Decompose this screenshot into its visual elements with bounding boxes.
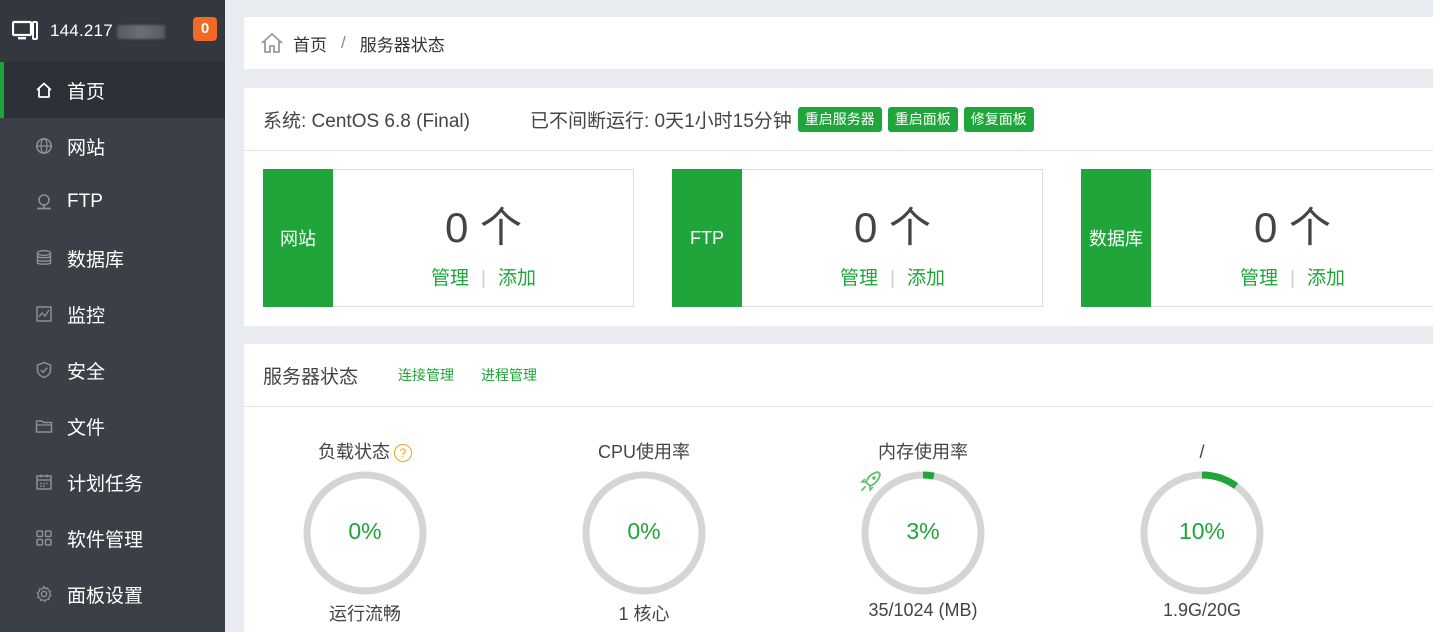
shield-icon: [34, 360, 54, 380]
notification-badge[interactable]: 0: [193, 17, 217, 41]
sidebar-item-label: 监控: [67, 305, 106, 327]
sidebar-item-database[interactable]: 数据库: [0, 230, 225, 286]
home-icon: [34, 80, 54, 100]
sidebar-item-label: FTP: [67, 191, 103, 212]
sidebar-item-security[interactable]: 安全: [0, 342, 225, 398]
gauge-ring: 3%: [858, 468, 988, 598]
cpu-gauge[interactable]: CPU使用率 0% 1 核心: [544, 440, 744, 626]
calendar-icon: [34, 472, 54, 492]
sidebar-menu: 首页 网站 FTP 数据库 监控 安全 文件 计划任务 软件管理 面板设置: [0, 62, 225, 622]
gauge-title: /: [1199, 442, 1205, 462]
gauge-subtitle: 35/1024 (MB): [868, 600, 978, 620]
card-tag: 数据库: [1081, 169, 1151, 307]
link-divider: |: [1290, 268, 1295, 289]
repair-panel-button[interactable]: 修复面板: [963, 106, 1034, 132]
grid-icon: [34, 528, 54, 548]
sidebar-item-website[interactable]: 网站: [0, 118, 225, 174]
gauge-ring: 0%: [300, 468, 430, 598]
card-links: 管理 | 添加: [334, 263, 633, 290]
status-header: 服务器状态 连接管理 进程管理: [244, 344, 1433, 407]
connection-manage-link[interactable]: 连接管理: [398, 365, 454, 385]
sidebar-item-monitor[interactable]: 监控: [0, 286, 225, 342]
sidebar-item-files[interactable]: 文件: [0, 398, 225, 454]
card-count: 0 个: [1253, 204, 1332, 251]
monitor-chart-icon: [34, 304, 54, 324]
restart-server-button[interactable]: 重启服务器: [797, 106, 882, 132]
card-links: 管理 | 添加: [743, 263, 1042, 290]
breadcrumb-current: 服务器状态: [359, 35, 445, 55]
database-icon: [34, 248, 54, 268]
link-divider: |: [481, 268, 486, 289]
card-count: 0 个: [444, 204, 523, 251]
gauge-title: 内存使用率: [878, 442, 968, 462]
sidebar-item-ftp[interactable]: FTP: [0, 174, 225, 230]
overview-panel: 系统: CentOS 6.8 (Final) 已不间断运行: 0天1小时15分钟…: [244, 88, 1433, 326]
sidebar-item-label: 数据库: [67, 249, 125, 271]
sidebar: 144.217 0 首页 网站 FTP 数据库 监控 安全 文件 计划任务 软件…: [0, 0, 225, 632]
sidebar-item-label: 文件: [67, 417, 106, 439]
sidebar-item-label: 面板设置: [67, 585, 144, 607]
sidebar-item-software[interactable]: 软件管理: [0, 510, 225, 566]
gauge-ring: 0%: [579, 468, 709, 598]
ip-redaction: [116, 24, 165, 39]
folder-icon: [34, 416, 54, 436]
process-manage-link[interactable]: 进程管理: [481, 365, 537, 385]
sidebar-item-label: 首页: [67, 81, 106, 103]
sidebar-item-label: 安全: [67, 361, 106, 383]
link-divider: |: [890, 268, 895, 289]
monitor-icon: [12, 20, 38, 40]
add-link[interactable]: 添加: [907, 268, 945, 289]
website-card: 网站 0 个 管理 | 添加: [263, 169, 634, 307]
help-icon[interactable]: ?: [394, 444, 412, 463]
manage-link[interactable]: 管理: [431, 268, 469, 289]
gauge-subtitle: 运行流畅: [329, 604, 401, 624]
card-count: 0 个: [853, 204, 932, 251]
card-tag: FTP: [672, 169, 742, 307]
gauge-value: 0%: [348, 518, 382, 544]
add-link[interactable]: 添加: [498, 268, 536, 289]
card-links: 管理 | 添加: [1152, 263, 1433, 290]
rocket-icon[interactable]: [858, 468, 886, 496]
database-card: 数据库 0 个 管理 | 添加: [1081, 169, 1433, 307]
gauge-subtitle: 1.9G/20G: [1162, 600, 1242, 620]
gauge-value: 0%: [627, 518, 661, 544]
load-gauge[interactable]: 负载状态? 0% 运行流畅: [265, 440, 465, 626]
server-header: 144.217 0: [0, 0, 225, 62]
breadcrumb-separator: /: [341, 33, 346, 52]
status-title: 服务器状态: [263, 366, 359, 388]
sidebar-item-label: 计划任务: [67, 473, 144, 495]
globe-icon: [34, 136, 54, 156]
breadcrumb-home[interactable]: 首页: [293, 31, 327, 56]
os-info: 系统: CentOS 6.8 (Final): [263, 110, 470, 132]
sidebar-item-home[interactable]: 首页: [0, 62, 225, 118]
sidebar-item-settings[interactable]: 面板设置: [0, 566, 225, 622]
gauge-value: 3%: [906, 518, 940, 544]
server-status-panel: 服务器状态 连接管理 进程管理 负载状态? 0% 运行流畅 CPU使用率 0% …: [244, 344, 1433, 632]
sidebar-item-label: 网站: [67, 137, 106, 159]
card-tag: 网站: [263, 169, 333, 307]
uptime-info: 已不间断运行: 0天1小时15分钟: [529, 110, 792, 132]
manage-link[interactable]: 管理: [1240, 268, 1278, 289]
gear-icon: [34, 584, 54, 604]
gauge-title: CPU使用率: [597, 442, 690, 462]
gauge-subtitle: 1 核心: [618, 604, 670, 624]
home-icon[interactable]: [259, 30, 285, 56]
server-ip: 144.217: [50, 21, 165, 41]
gauge-value: 10%: [1178, 518, 1226, 544]
ftp-card: FTP 0 个 管理 | 添加: [672, 169, 1043, 307]
restart-panel-button[interactable]: 重启面板: [887, 106, 958, 132]
gauge-title: 负载状态?: [265, 440, 465, 464]
sidebar-item-label: 软件管理: [67, 529, 144, 551]
breadcrumb: 首页 / 服务器状态: [244, 17, 1433, 69]
add-link[interactable]: 添加: [1307, 268, 1345, 289]
memory-gauge[interactable]: 内存使用率 3% 35/1024 (MB): [823, 440, 1023, 621]
manage-link[interactable]: 管理: [840, 268, 878, 289]
sidebar-item-cron[interactable]: 计划任务: [0, 454, 225, 510]
disk-gauge[interactable]: / 10% 1.9G/20G: [1102, 440, 1302, 621]
ftp-icon: [34, 192, 54, 212]
system-info-bar: 系统: CentOS 6.8 (Final) 已不间断运行: 0天1小时15分钟…: [244, 88, 1433, 151]
gauge-ring: 10%: [1137, 468, 1267, 598]
